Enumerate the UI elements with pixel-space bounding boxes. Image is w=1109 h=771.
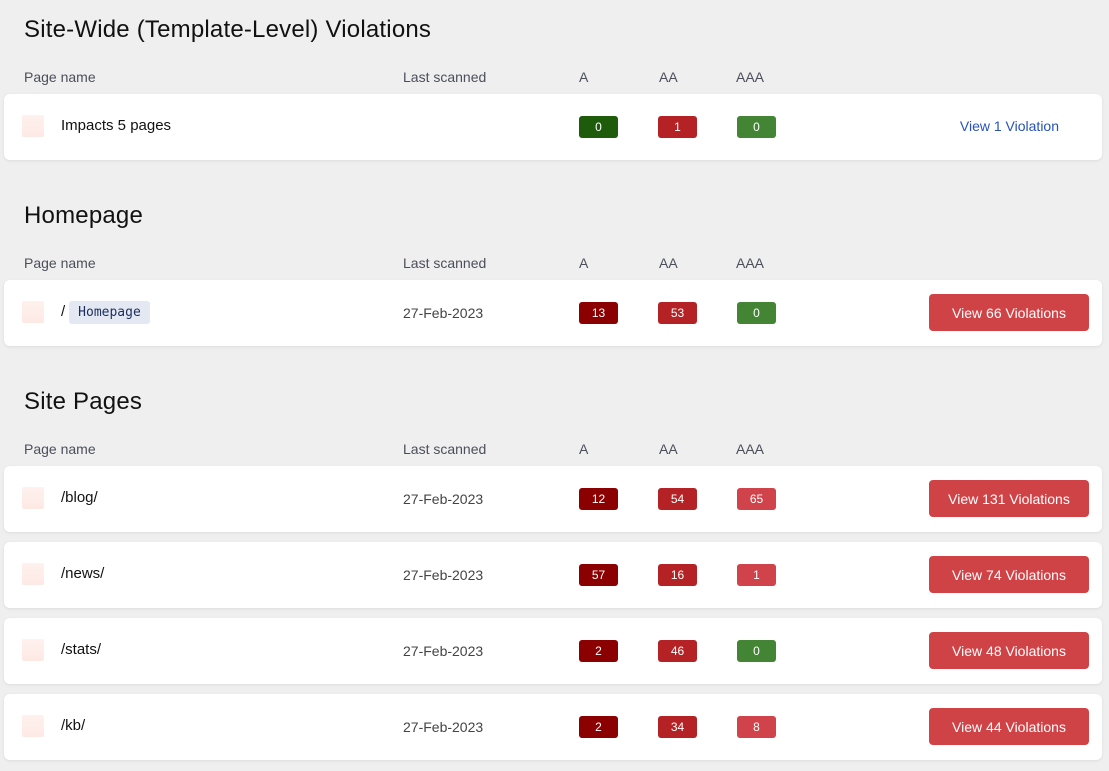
column-header-aa: AA	[659, 69, 678, 85]
column-header-last-scanned: Last scanned	[403, 69, 487, 85]
view-violations-button[interactable]: View 74 Violations	[929, 556, 1089, 593]
table-row: Impacts 5 pages 0 1 0 View 1 Violation	[4, 94, 1102, 160]
table-row: /stats/27-Feb-2023 2 46 0 View 48 Violations	[4, 618, 1102, 684]
view-violations-button[interactable]: View 131 Violations	[929, 480, 1089, 517]
section-title: Site-Wide (Template-Level) Violations	[24, 16, 432, 43]
badge-level-aaa: 0	[737, 640, 776, 662]
page-path: Impacts 5 pages	[61, 117, 172, 134]
badge-level-a: 13	[579, 302, 618, 324]
badge-level-a: 12	[579, 488, 618, 510]
column-header-page-name: Page name	[24, 69, 96, 85]
view-violations-link[interactable]: View 1 Violation	[960, 94, 1059, 158]
table-row: /news/27-Feb-2023 57 16 1 View 74 Violations	[4, 542, 1102, 608]
badge-level-aa: 16	[658, 564, 697, 586]
column-header-aa: AA	[659, 255, 678, 271]
badge-level-a: 57	[579, 564, 618, 586]
badge-level-aaa: 0	[737, 302, 776, 324]
page-thumbnail-icon	[22, 563, 44, 585]
view-violations-button[interactable]: View 44 Violations	[929, 708, 1089, 745]
badge-level-aa: 46	[658, 640, 697, 662]
badge-level-a: 2	[579, 716, 618, 738]
table-row: / Homepage 27-Feb-2023 13 53 0 View 66 Violati…	[4, 280, 1102, 346]
column-header-aa: AA	[659, 441, 678, 457]
page-thumbnail-icon	[22, 301, 44, 323]
column-header-a: A	[579, 441, 589, 457]
badge-level-a: 2	[579, 640, 618, 662]
badge-level-aa: 1	[658, 116, 697, 138]
page-name-cell: /blog/	[61, 466, 98, 532]
page-thumbnail-icon	[22, 115, 44, 137]
page-path: /kb/	[61, 717, 86, 734]
column-header-page-name: Page name	[24, 255, 96, 271]
last-scanned-date: 27-Feb-2023	[403, 567, 484, 583]
last-scanned-date: 27-Feb-2023	[403, 643, 484, 659]
view-violations-button[interactable]: View 66 Violations	[929, 294, 1089, 331]
column-header-a: A	[579, 255, 589, 271]
page-name-cell: /stats/	[61, 618, 101, 684]
page-name-cell: / Homepage	[61, 280, 150, 346]
page-path: /stats/	[61, 641, 102, 658]
column-header-last-scanned: Last scanned	[403, 255, 487, 271]
badge-level-aa: 54	[658, 488, 697, 510]
last-scanned-date: 27-Feb-2023	[403, 719, 484, 735]
page-name-cell: /kb/	[61, 694, 85, 760]
last-scanned-date: 27-Feb-2023	[403, 305, 484, 321]
page-thumbnail-icon	[22, 487, 44, 509]
page-name-cell: /news/	[61, 542, 104, 608]
badge-level-aa: 53	[658, 302, 697, 324]
badge-level-aaa: 1	[737, 564, 776, 586]
column-header-last-scanned: Last scanned	[403, 441, 487, 457]
table-row: /blog/27-Feb-2023 12 54 65 View 131 Violatio…	[4, 466, 1102, 532]
badge-level-a: 0	[579, 116, 618, 138]
column-header-aaa: AAA	[736, 255, 765, 271]
page-thumbnail-icon	[22, 715, 44, 737]
column-header-page-name: Page name	[24, 441, 96, 457]
column-header-aaa: AAA	[736, 69, 765, 85]
page-path: /news/	[61, 565, 105, 582]
badge-level-aaa: 65	[737, 488, 776, 510]
last-scanned-date: 27-Feb-2023	[403, 491, 484, 507]
page-thumbnail-icon	[22, 639, 44, 661]
badge-level-aaa: 0	[737, 116, 776, 138]
section-title: Site Pages	[24, 388, 143, 415]
view-violations-button[interactable]: View 48 Violations	[929, 632, 1089, 669]
page-name-cell: Impacts 5 pages	[61, 94, 171, 160]
page-path: /	[61, 303, 66, 320]
page-tag: Homepage	[69, 300, 150, 324]
column-header-a: A	[579, 69, 589, 85]
badge-level-aaa: 8	[737, 716, 776, 738]
section-title: Homepage	[24, 202, 144, 229]
table-row: /kb/27-Feb-2023 2 34 8 View 44 Violations	[4, 694, 1102, 760]
page-path: /blog/	[61, 489, 98, 506]
badge-level-aa: 34	[658, 716, 697, 738]
column-header-aaa: AAA	[736, 441, 765, 457]
